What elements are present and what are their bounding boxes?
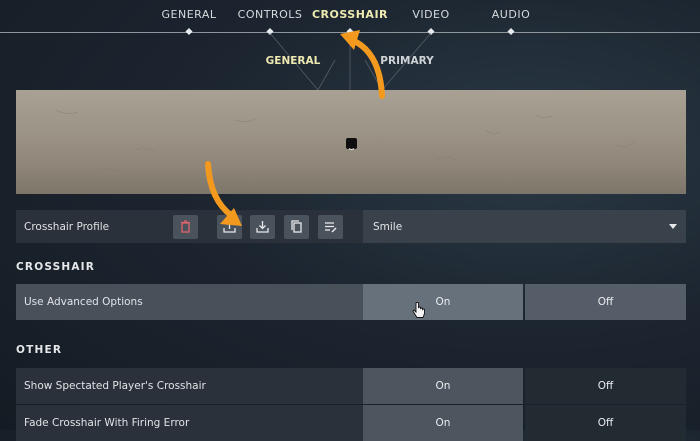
option-label: Use Advanced Options	[16, 284, 363, 320]
crosshair-profile-label: Crosshair Profile	[24, 221, 110, 233]
tab-marker	[266, 27, 274, 36]
tab-audio[interactable]: AUDIO	[492, 8, 530, 21]
show-spectated-on-button[interactable]: On	[363, 368, 523, 404]
rename-profile-button[interactable]	[318, 215, 343, 239]
use-advanced-off-button[interactable]: Off	[525, 284, 686, 320]
profile-select-value: Smile	[373, 221, 403, 233]
option-row-use-advanced: Use Advanced Options On Off	[16, 284, 686, 320]
chevron-down-icon	[669, 224, 677, 229]
option-label: Fade Crosshair With Firing Error	[16, 405, 363, 441]
import-profile-button[interactable]	[217, 215, 242, 239]
option-label: Show Spectated Player's Crosshair	[16, 368, 363, 404]
subtab-primary[interactable]: PRIMARY	[380, 55, 433, 67]
tab-marker	[507, 27, 515, 36]
tab-marker	[185, 27, 193, 36]
crosshair-profile-row: Crosshair Profile Smile	[16, 210, 686, 243]
copy-profile-button[interactable]	[284, 215, 309, 239]
fade-crosshair-on-button[interactable]: On	[363, 405, 523, 441]
section-title-crosshair: CROSSHAIR	[16, 261, 96, 273]
use-advanced-on-button[interactable]: On	[363, 284, 523, 320]
upload-icon	[223, 220, 236, 233]
rename-icon	[325, 222, 337, 233]
crosshair-smile-icon	[346, 138, 357, 150]
tab-controls[interactable]: CONTROLS	[238, 8, 303, 21]
tab-video[interactable]: VIDEO	[412, 8, 449, 21]
tab-crosshair[interactable]: CROSSHAIR	[312, 8, 388, 21]
show-spectated-off-button[interactable]: Off	[525, 368, 686, 404]
tab-marker	[427, 27, 435, 36]
profile-select[interactable]: Smile	[363, 210, 686, 243]
tab-marker	[346, 27, 354, 36]
download-icon	[256, 221, 269, 233]
copy-icon	[291, 220, 302, 233]
fade-crosshair-off-button[interactable]: Off	[525, 405, 686, 441]
export-profile-button[interactable]	[250, 215, 275, 239]
trash-icon	[181, 220, 190, 233]
top-navigation: GENERAL CONTROLS CROSSHAIR VIDEO AUDIO	[0, 0, 700, 36]
subtab-general[interactable]: GENERAL	[266, 55, 321, 67]
tab-general[interactable]: GENERAL	[161, 8, 216, 21]
option-row-show-spectated: Show Spectated Player's Crosshair On Off	[16, 368, 686, 404]
hand-cursor-icon	[412, 302, 425, 318]
option-row-fade-crosshair: Fade Crosshair With Firing Error On Off	[16, 405, 686, 441]
delete-profile-button[interactable]	[173, 215, 198, 239]
section-title-other: OTHER	[16, 344, 63, 356]
